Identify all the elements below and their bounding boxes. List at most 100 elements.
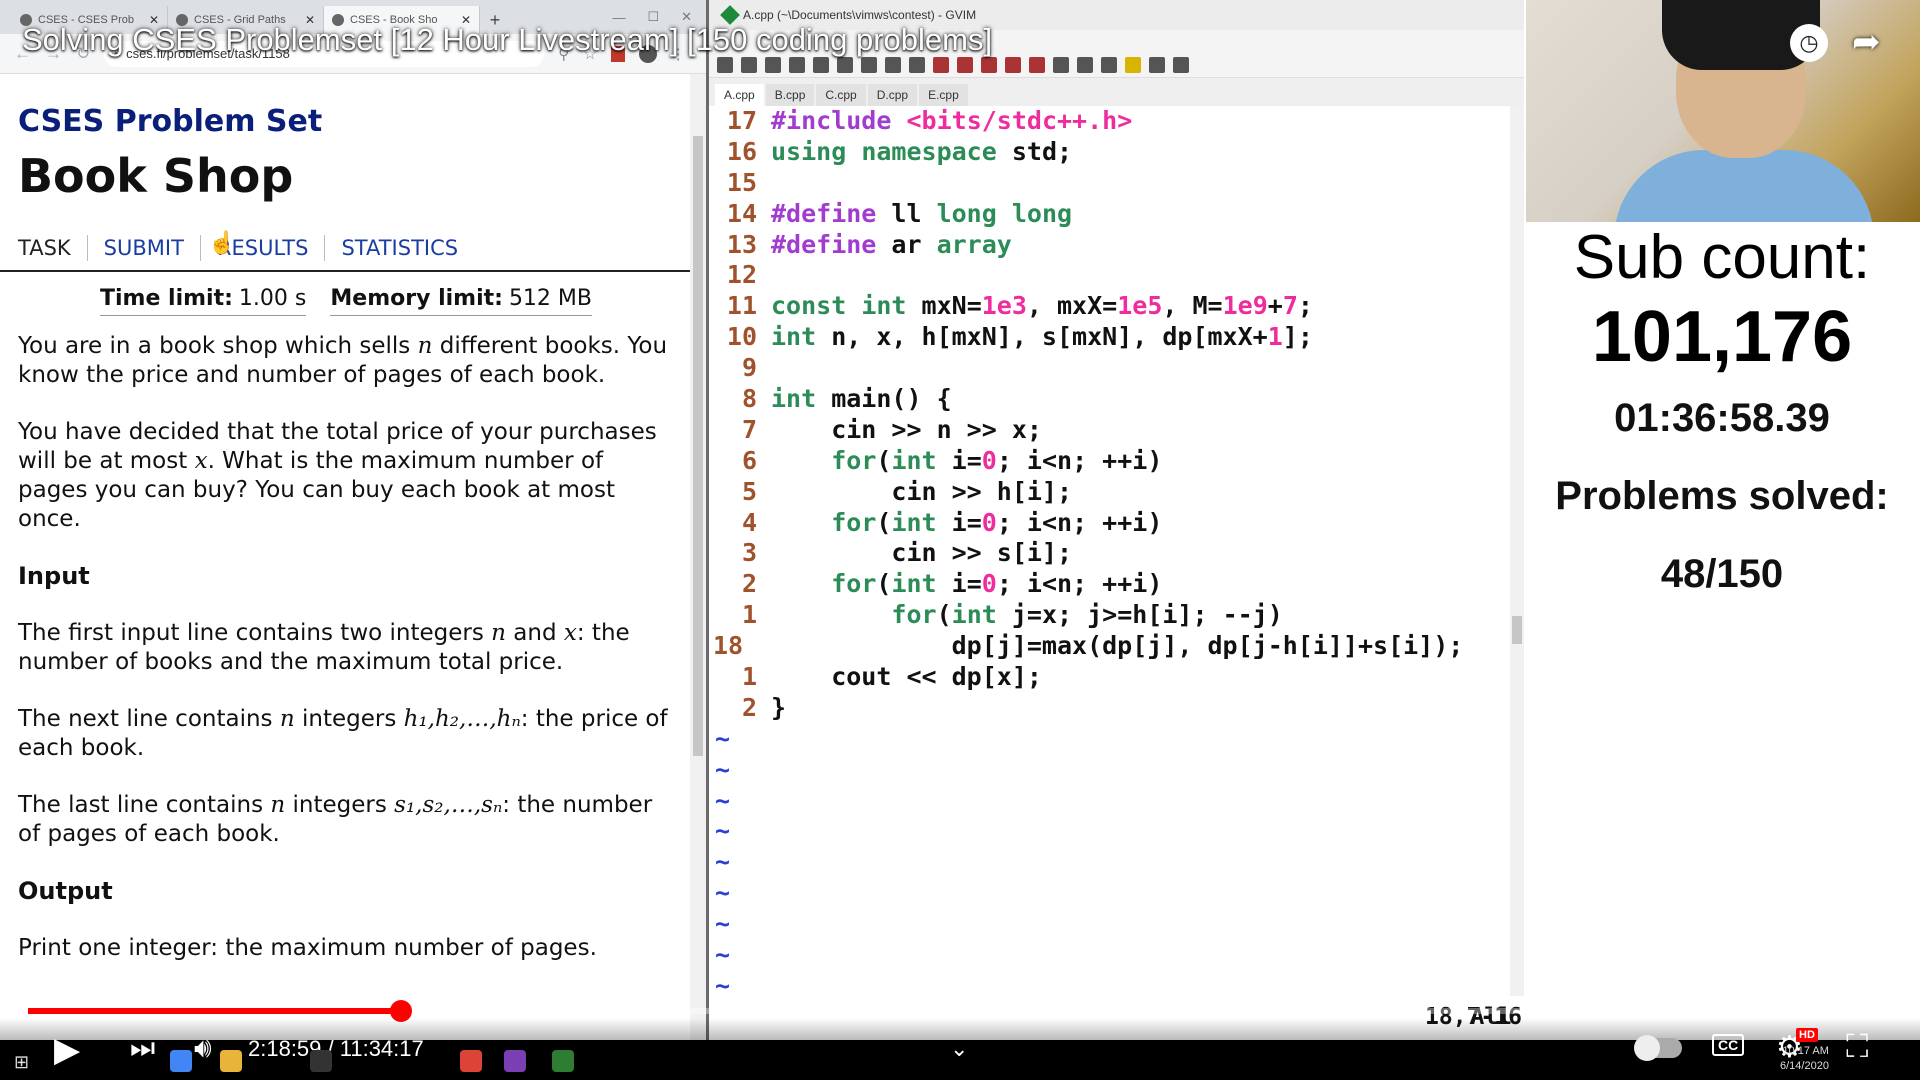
code-line[interactable]: 13 #define ar array [709, 230, 1524, 261]
page-content: CSES Problem Set Book Shop TASK SUBMIT R… [0, 74, 690, 1040]
code-line[interactable]: 11 const int mxN=1e3, mxX=1e5, M=1e9+7; [709, 291, 1524, 322]
code-line[interactable]: 3 cin >> s[i]; [709, 538, 1524, 569]
code-line[interactable]: 9 [709, 353, 1524, 384]
chrome-taskbar-icon[interactable] [460, 1050, 482, 1072]
tab-d-cpp[interactable]: D.cpp [867, 84, 918, 106]
explorer-taskbar-icon[interactable] [220, 1050, 242, 1072]
browser-scrollbar[interactable] [690, 74, 706, 1040]
code-line[interactable]: 2} [709, 693, 1524, 724]
gvim-taskbar-icon[interactable] [552, 1050, 574, 1072]
time-limit: Time limit: 1.00 s [100, 286, 307, 316]
tilde-marker: ~ [715, 878, 731, 908]
open-icon[interactable] [717, 56, 733, 73]
video-title[interactable]: Solving CSES Problemset [12 Hour Livestr… [22, 22, 992, 58]
windows-taskbar: ⊞ 10:17 AM 6/14/2020 [0, 1040, 1920, 1080]
system-tray-clock[interactable]: 10:17 AM 6/14/2020 [1780, 1044, 1829, 1074]
paste-icon[interactable] [909, 56, 925, 73]
code-text: int main() { [771, 384, 952, 414]
run-script-icon[interactable] [1053, 56, 1069, 73]
paragraph-3: The first input line contains two intege… [18, 620, 630, 675]
find-icon[interactable] [933, 56, 949, 73]
shell-icon[interactable] [1101, 56, 1117, 73]
code-line[interactable]: 17 #include <bits/stdc++.h> [709, 106, 1524, 137]
tilde-marker: ~ [715, 723, 731, 753]
redo-icon[interactable] [837, 56, 853, 73]
code-text: cout << dp[x]; [771, 662, 1042, 692]
code-text: const int mxN=1e3, mxX=1e5, M=1e9+7; [771, 291, 1313, 321]
terminal-taskbar-icon[interactable] [310, 1050, 332, 1072]
output-heading: Output [18, 877, 113, 905]
tab-task[interactable]: TASK [0, 235, 88, 261]
code-line[interactable]: 18 dp[j]=max(dp[j], dp[j-h[i]]+s[i]); [709, 631, 1524, 662]
code-line[interactable]: 15 [709, 168, 1524, 199]
scrollbar-thumb[interactable] [693, 136, 703, 756]
tab-submit[interactable]: SUBMIT [88, 235, 201, 261]
cut-icon[interactable] [861, 56, 877, 73]
find-next-icon[interactable] [957, 56, 973, 73]
math-x: x [194, 448, 208, 474]
tilde-marker: ~ [715, 816, 731, 846]
code-text: #define ll long long [771, 198, 1073, 228]
tag-icon[interactable] [1125, 56, 1141, 73]
line-number: 11 [726, 291, 757, 321]
time-limit-label: Time limit: [100, 286, 233, 311]
save-all-icon[interactable] [765, 56, 781, 73]
code-line[interactable]: 1 cout << dp[x]; [709, 662, 1524, 693]
save-session-icon[interactable] [1029, 56, 1045, 73]
gvim-title: A.cpp (~\Documents\vimws\contest) - GVIM [743, 8, 977, 22]
tab-a-cpp[interactable]: A.cpp [715, 84, 764, 106]
copy-icon[interactable] [885, 56, 901, 73]
time-limit-value: 1.00 s [238, 286, 307, 311]
line-number: 16 [726, 136, 757, 166]
math-s-sequence: s₁,s₂,…,sₙ [394, 792, 503, 818]
line-number: 15 [726, 167, 757, 197]
code-line[interactable]: 16 using namespace std; [709, 137, 1524, 168]
help-icon[interactable] [1149, 56, 1165, 73]
line-number: 10 [726, 322, 757, 352]
line-number: 17 [726, 106, 757, 135]
empty-buffer-line: ~ [709, 909, 1524, 940]
tab-statistics[interactable]: STATISTICS [325, 235, 474, 261]
find-prev-icon[interactable] [981, 56, 997, 73]
gvim-scrollbar[interactable] [1510, 106, 1524, 996]
code-line[interactable]: 7 cin >> n >> x; [709, 415, 1524, 446]
progress-bar[interactable] [28, 1000, 1892, 1022]
code-line[interactable]: 4 for(int i=0; i<n; ++i) [709, 508, 1524, 539]
windows-start-icon[interactable]: ⊞ [14, 1052, 29, 1073]
tilde-marker: ~ [715, 940, 731, 970]
tilde-marker: ~ [715, 785, 731, 815]
code-text: for(int i=0; i<n; ++i) [831, 507, 1163, 537]
empty-buffer-line: ~ [709, 816, 1524, 847]
find-help-icon[interactable] [1173, 56, 1189, 73]
code-line[interactable]: 2 for(int i=0; i<n; ++i) [709, 569, 1524, 600]
line-number: 13 [726, 229, 757, 259]
undo-icon[interactable] [813, 56, 829, 73]
code-text: for(int i=0; i<n; ++i) [831, 569, 1163, 599]
code-line[interactable]: 12 [709, 260, 1524, 291]
print-icon[interactable] [789, 56, 805, 73]
code-text: cin >> n >> x; [771, 414, 1042, 444]
tab-c-cpp[interactable]: C.cpp [816, 84, 866, 106]
code-line[interactable]: 8 int main() { [709, 384, 1524, 415]
code-line[interactable]: 14 #define ll long long [709, 199, 1524, 230]
watch-later-clock-icon[interactable]: ◷ [1790, 24, 1828, 62]
make-icon[interactable] [1077, 56, 1093, 73]
gvim-buffer-tabs: A.cpp B.cpp C.cpp D.cpp E.cpp [709, 78, 1524, 106]
share-arrow-icon[interactable]: ➦ [1852, 22, 1881, 62]
empty-buffer-line: ~ [709, 940, 1524, 971]
code-line[interactable]: 10 int n, x, h[mxN], s[mxN], dp[mxX+1]; [709, 322, 1524, 353]
tab-b-cpp[interactable]: B.cpp [765, 84, 815, 106]
onenote-taskbar-icon[interactable] [504, 1050, 526, 1072]
scrollbar-thumb[interactable] [1512, 616, 1522, 644]
problems-solved-label: Problems solved: [1555, 474, 1889, 518]
code-line[interactable]: 5 cin >> h[i]; [709, 477, 1524, 508]
code-editor[interactable]: 17 #include <bits/stdc++.h> 16 using namesp… [709, 106, 1524, 1002]
save-icon[interactable] [741, 56, 757, 73]
tab-e-cpp[interactable]: E.cpp [919, 84, 968, 106]
code-line[interactable]: 1 for(int j=x; j>=h[i]; --j) [709, 600, 1524, 631]
chrome-taskbar-icon[interactable] [170, 1050, 192, 1072]
code-line[interactable]: 6 for(int i=0; i<n; ++i) [709, 446, 1524, 477]
paragraph-6: Print one integer: the maximum number of… [18, 935, 597, 961]
load-session-icon[interactable] [1005, 56, 1021, 73]
site-title[interactable]: CSES Problem Set [18, 104, 672, 139]
